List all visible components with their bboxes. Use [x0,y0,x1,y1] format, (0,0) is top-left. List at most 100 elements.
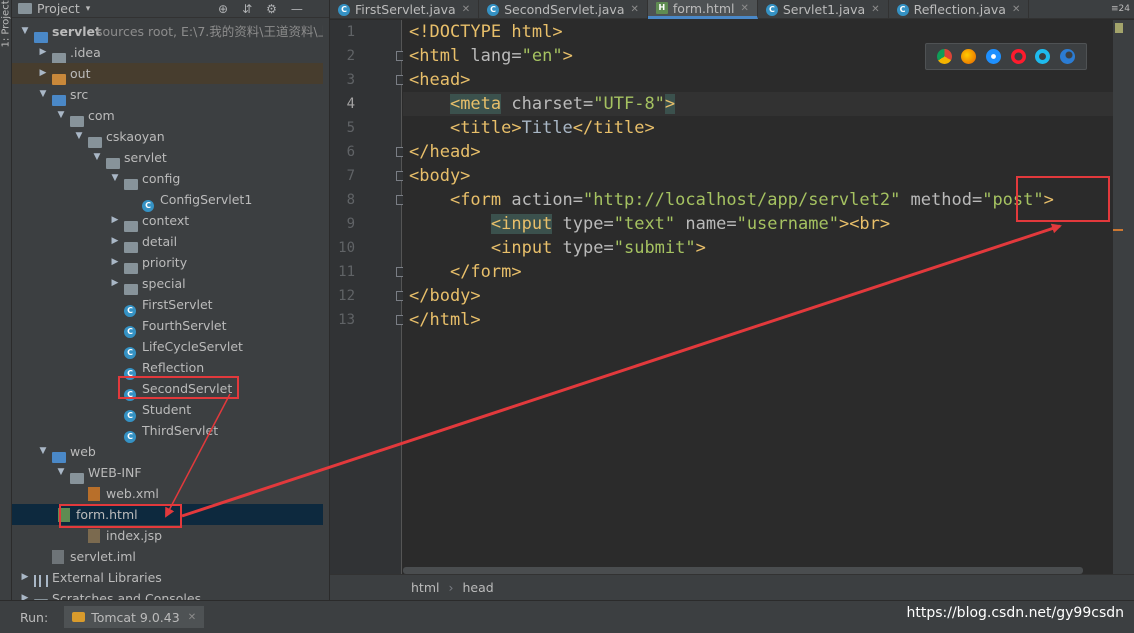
tree-folder--idea[interactable]: ▶ .idea [12,42,329,64]
breadcrumb-html[interactable]: html [411,580,439,595]
code-token: <br> [849,214,891,234]
tab-label: FirstServlet.java [355,2,456,17]
collapsed-arrow-icon[interactable]: ▶ [110,273,120,294]
tree-package-cskaoyan[interactable]: ▼ cskaoyan [12,126,329,148]
tab-secondservlet-java[interactable]: C SecondServlet.java ✕ [479,0,648,19]
close-icon[interactable]: ✕ [740,3,748,14]
collapsed-arrow-icon[interactable]: ▶ [38,42,48,63]
expanded-arrow-icon[interactable]: ▼ [74,126,84,147]
code-token: method= [900,190,983,210]
code-line: <form action="http://localhost/app/servl… [409,188,1054,212]
locate-icon[interactable]: ⊕ [218,2,228,16]
tree-item-label: FirstServlet [142,297,213,312]
expanded-arrow-icon[interactable]: ▼ [20,21,30,42]
gear-icon[interactable]: ⚙ [266,2,277,16]
run-label: Run: [20,609,49,625]
project-title: Project [37,1,80,16]
project-tool-tab[interactable]: 1: Project [1,0,12,47]
expanded-arrow-icon[interactable]: ▼ [92,147,102,168]
tree-file-web-xml[interactable]: web.xml [12,483,329,504]
project-view-selector[interactable]: Project ▾ [12,1,212,16]
annotation-box-secondservlet [118,376,239,399]
code-token: Title [521,118,573,138]
tree-class-fourthservlet[interactable]: C FourthServlet [12,315,329,338]
tab-label: Servlet1.java [782,2,866,17]
tree-libraries-external-libraries[interactable]: ▶ External Libraries [12,567,329,588]
tree-package-com[interactable]: ▼ com [12,105,329,127]
run-tab-tomcat[interactable]: Tomcat 9.0.43 ✕ [64,606,205,628]
code-line: </body> [409,284,481,308]
tree-package-detail[interactable]: ▶ detail [12,231,329,253]
tree-package-priority[interactable]: ▶ priority [12,252,329,274]
tree-folder-web[interactable]: ▼ web [12,441,329,463]
firefox-icon[interactable] [961,49,977,64]
chrome-icon[interactable] [936,49,952,64]
tree-class-firstservlet[interactable]: C FirstServlet [12,294,329,317]
tab-form-html[interactable]: Hform.html ✕ [647,0,758,19]
expanded-arrow-icon[interactable]: ▼ [38,441,48,462]
tree-folder-web-inf[interactable]: ▼ WEB-INF [12,462,329,484]
edge-icon[interactable] [1060,49,1076,64]
tree-item-suffix: sources root, E:\7.我的资料\王道资料\上课 [96,24,329,39]
tree-package-config[interactable]: ▼ config [12,168,329,190]
expanded-arrow-icon[interactable]: ▼ [56,105,66,126]
safari-icon[interactable] [986,49,1002,64]
close-icon[interactable]: ✕ [1012,4,1020,15]
close-icon[interactable]: ✕ [462,4,470,15]
tree-file-servlet-iml[interactable]: servlet.iml [12,546,329,567]
opera-icon[interactable] [1010,49,1026,64]
tree-item-label: out [70,66,91,81]
html-file-icon: H [655,2,668,14]
tree-scratches-scratches-and-consoles[interactable]: ▶ Scratches and Consoles [12,588,329,600]
expanded-arrow-icon[interactable]: ▼ [38,84,48,105]
collapsed-arrow-icon[interactable]: ▶ [20,588,30,600]
tab-overflow[interactable]: ≡24 [1111,0,1134,18]
tree-item-label: External Libraries [52,570,162,585]
tree-package-context[interactable]: ▶ context [12,210,329,232]
tree-item-label: .idea [70,45,101,60]
tab-servlet1-java[interactable]: C Servlet1.java ✕ [758,0,889,19]
close-icon[interactable]: ✕ [871,4,879,15]
tree-item-label: detail [142,234,178,249]
collapsed-arrow-icon[interactable]: ▶ [20,567,30,588]
expanded-arrow-icon[interactable]: ▼ [110,168,120,189]
class-icon: C [896,3,909,16]
code-line: </form> [409,260,522,284]
tree-class-thirdservlet[interactable]: C ThirdServlet [12,420,329,443]
code-token: "en" [521,46,563,66]
project-scrollbar[interactable] [323,20,329,580]
breadcrumb-head[interactable]: head [462,580,493,595]
ie-icon[interactable] [1035,49,1051,64]
close-icon[interactable]: ✕ [188,612,196,623]
tree-folder-src[interactable]: ▼ src [12,84,329,106]
scroll-marker[interactable] [1113,229,1123,231]
line-number: 7 [346,168,355,184]
tree-class-student[interactable]: C Student [12,399,329,422]
tab-firstservlet-java[interactable]: C FirstServlet.java ✕ [330,0,480,19]
code-token: <form [449,190,512,210]
close-icon[interactable]: ✕ [631,4,639,15]
tree-class-configservlet1[interactable]: C ConfigServlet1 [12,189,329,212]
expanded-arrow-icon[interactable]: ▼ [56,462,66,483]
tab-reflection-java[interactable]: C Reflection.java ✕ [889,0,1030,19]
code-editor[interactable]: <!DOCTYPE html> <html lang="en"> <head> <m… [403,20,1113,574]
collapsed-arrow-icon[interactable]: ▶ [38,63,48,84]
inspection-indicator[interactable] [1115,23,1123,33]
code-token: "username" [736,214,839,234]
collapse-icon[interactable]: ⇵ [242,2,252,16]
collapsed-arrow-icon[interactable]: ▶ [110,231,120,252]
tree-package-special[interactable]: ▶ special [12,273,329,295]
tree-folder-out[interactable]: ▶ out [12,63,329,85]
collapsed-arrow-icon[interactable]: ▶ [110,252,120,273]
tree-module-servlet[interactable]: ▼ servlet sources root, E:\7.我的资料\王道资料\上课 [12,21,329,43]
tree-file-index-jsp[interactable]: index.jsp [12,525,329,546]
tree-item-label: servlet.iml [70,549,136,564]
tree-package-servlet[interactable]: ▼ servlet [12,147,329,169]
hide-icon[interactable]: — [291,2,303,16]
dropdown-icon: ▾ [85,3,91,14]
horizontal-scrollbar[interactable] [403,567,1083,574]
tree-class-reflection[interactable]: C Reflection [12,357,329,380]
tree-class-lifecycleservlet[interactable]: C LifeCycleServlet [12,336,329,359]
collapsed-arrow-icon[interactable]: ▶ [110,210,120,231]
